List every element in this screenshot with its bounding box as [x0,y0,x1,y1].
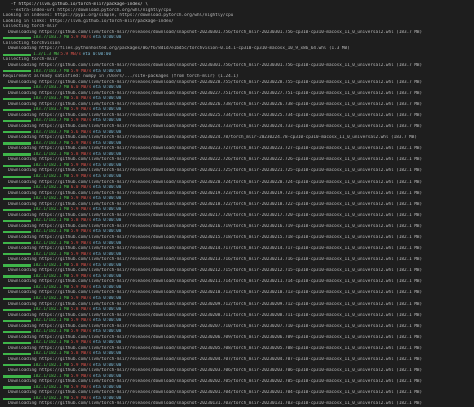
progress-bar [3,70,31,73]
progress-bar [3,186,31,189]
progress-bar [3,208,31,212]
progress-bar [3,153,31,156]
progress-bar [3,120,31,123]
progress-eta: eta 0:00:00 [82,51,112,57]
progress-bar [3,242,31,245]
progress-bar [3,175,31,178]
progress-bar [3,97,31,101]
progress-bar [3,330,31,334]
progress-bar [3,53,31,56]
progress-bar [3,253,31,256]
progress-bar [3,286,31,289]
progress-bar [3,197,31,200]
progress-bar [3,164,31,167]
progress-bar [3,86,31,90]
progress-bar [3,308,31,311]
progress-bar [3,275,31,278]
progress-rate: 5.9 MB/s [60,51,82,57]
progress-bar [3,297,31,300]
progress-bar [3,386,31,389]
progress-bar [3,353,31,356]
terminal-output: -f https://llvm.github.io/torch-mlir/pac… [3,2,471,407]
progress-bar [3,36,31,40]
progress-eta: eta 0:00:00 [92,35,122,41]
progress-bar [3,375,31,378]
progress-bar [3,397,31,400]
terminal-window[interactable]: -f https://llvm.github.io/torch-mlir/pac… [0,0,474,407]
progress-rate: 5.9 MB/s [70,35,92,41]
progress-bar [3,264,31,267]
progress-bar [3,131,31,134]
progress-bar [3,364,31,367]
progress-bar [3,109,31,112]
progress-bar [3,319,31,323]
progress-bar [3,342,31,345]
progress-bar [3,142,31,145]
progress-bar [3,231,31,234]
progress-bar [3,220,31,223]
